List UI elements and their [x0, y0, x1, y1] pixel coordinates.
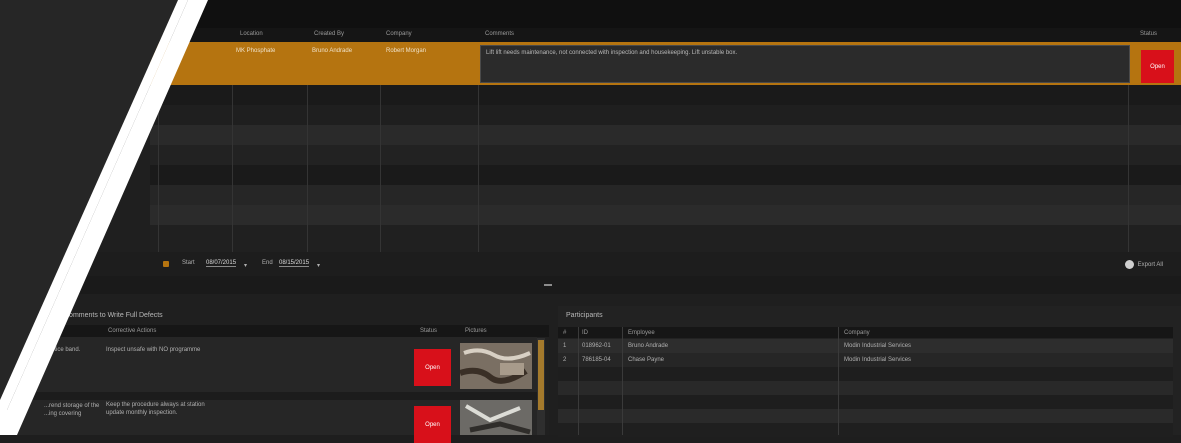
diagonal-decoration-overlay: [0, 0, 208, 435]
app-screen: Location Created By Company Comments Sta…: [0, 0, 1181, 443]
